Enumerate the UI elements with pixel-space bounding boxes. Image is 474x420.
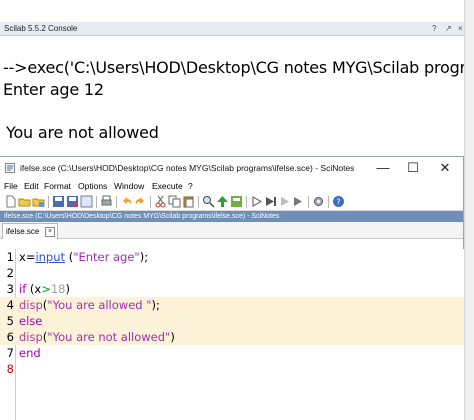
print-icon[interactable]: [100, 195, 113, 208]
open-recent-icon[interactable]: [32, 195, 45, 208]
code-token: ): [170, 330, 175, 344]
copy-icon[interactable]: [168, 195, 181, 208]
new-file-icon[interactable]: [4, 195, 17, 208]
number-literal: 18: [50, 282, 66, 296]
menu-execute[interactable]: Execute: [152, 179, 183, 193]
code-token: (x: [26, 282, 42, 296]
code-line: 7 end: [0, 345, 464, 361]
code-line: 3 if (x>18): [0, 281, 464, 297]
console-output[interactable]: -->exec('C:\Users\HOD\Desktop\CG notes M…: [0, 36, 474, 156]
execute-save-icon[interactable]: [216, 195, 229, 208]
menu-window[interactable]: Window: [114, 179, 144, 193]
code-token: );: [151, 298, 160, 312]
close-button[interactable]: ✕: [430, 157, 460, 179]
code-token: (: [65, 250, 74, 264]
function-name: disp: [19, 298, 43, 312]
run-icon[interactable]: [250, 195, 263, 208]
tab-label: ifelse.sce: [6, 227, 40, 236]
code-line: 4 disp("You are allowed ");: [0, 297, 464, 313]
console-scrollbar[interactable]: [464, 0, 474, 420]
find-icon[interactable]: [202, 195, 215, 208]
line-number: 3: [6, 282, 14, 296]
run-gray-icon[interactable]: [278, 195, 291, 208]
save-as-icon[interactable]: [66, 195, 79, 208]
redo-icon[interactable]: [134, 195, 147, 208]
keyword: else: [19, 314, 43, 328]
code-editor[interactable]: 1 x=input ("Enter age"); 2 3 if (x>18) 4…: [0, 249, 464, 420]
undo-icon[interactable]: [120, 195, 133, 208]
tab-bar: ifelse.sce ×: [0, 222, 463, 239]
line-number: 6: [6, 330, 14, 344]
line-number: 7: [6, 346, 14, 360]
function-name: disp: [19, 330, 43, 344]
minimize-button[interactable]: —: [368, 157, 398, 179]
tab-ifelse[interactable]: ifelse.sce ×: [2, 223, 58, 239]
svg-text:?: ?: [336, 198, 340, 207]
maximize-button[interactable]: ☐: [398, 157, 428, 179]
cut-icon[interactable]: [154, 195, 167, 208]
code-line: 6 disp("You are not allowed"): [0, 329, 464, 345]
menubar: File Edit Format Options Window Execute …: [0, 179, 463, 193]
line-number: 2: [6, 266, 14, 280]
code-token: ): [65, 282, 70, 296]
load-into-scilab-icon[interactable]: [230, 195, 243, 208]
scinotes-app-icon: [5, 163, 15, 173]
menu-edit[interactable]: Edit: [24, 179, 39, 193]
save-icon[interactable]: [52, 195, 65, 208]
console-prompt-line: Enter age 12: [3, 80, 104, 99]
line-number: 5: [6, 314, 14, 328]
help-icon[interactable]: ?: [432, 22, 436, 36]
menu-help[interactable]: ?: [188, 179, 193, 193]
code-line: 2: [0, 265, 464, 281]
scinotes-window: ifelse.sce (C:\Users\HOD\Desktop\CG note…: [0, 156, 464, 420]
console-command-line: -->exec('C:\Users\HOD\Desktop\CG notes M…: [3, 58, 474, 77]
tab-close-icon[interactable]: ×: [45, 227, 55, 237]
code-line: 8: [0, 361, 464, 377]
keyword: end: [19, 346, 41, 360]
line-number: 4: [6, 298, 14, 312]
run-echo-icon[interactable]: [264, 195, 277, 208]
debug-icon[interactable]: [292, 195, 305, 208]
menu-format[interactable]: Format: [44, 179, 71, 193]
code-token: =: [25, 250, 36, 264]
close-icon[interactable]: ×: [458, 22, 463, 36]
function-link[interactable]: input: [35, 250, 65, 264]
path-bar: ifelse.sce (C:\Users\HOD\Desktop\CG note…: [0, 211, 463, 222]
paste-icon[interactable]: [182, 195, 195, 208]
open-folder-icon[interactable]: [18, 195, 31, 208]
undock-icon[interactable]: ↗: [445, 22, 452, 36]
line-number-current: 8: [6, 362, 14, 376]
help-icon[interactable]: ?: [332, 195, 345, 208]
window-title: ifelse.sce (C:\Users\HOD\Desktop\CG note…: [20, 163, 355, 173]
scinotes-titlebar: ifelse.sce (C:\Users\HOD\Desktop\CG note…: [0, 157, 463, 179]
code-token: );: [139, 250, 149, 264]
code-token: x: [19, 250, 26, 264]
settings-icon[interactable]: [312, 195, 325, 208]
close-file-icon[interactable]: [80, 195, 93, 208]
menu-file[interactable]: File: [4, 179, 18, 193]
console-result-line: You are not allowed: [6, 123, 159, 142]
string-literal: "Enter age": [73, 250, 140, 264]
string-literal: "You are allowed ": [47, 298, 152, 312]
line-number: 1: [6, 250, 14, 264]
operator: >: [41, 282, 51, 296]
string-literal: "You are not allowed": [47, 330, 171, 344]
menu-options[interactable]: Options: [78, 179, 107, 193]
console-title: Scilab 5.5.2 Console: [4, 24, 78, 33]
code-line: 1 x=input ("Enter age");: [0, 249, 464, 265]
console-titlebar: Scilab 5.5.2 Console ? ↗ ×: [0, 22, 474, 36]
toolbar: ?: [0, 193, 463, 211]
code-line: 5 else: [0, 313, 464, 329]
